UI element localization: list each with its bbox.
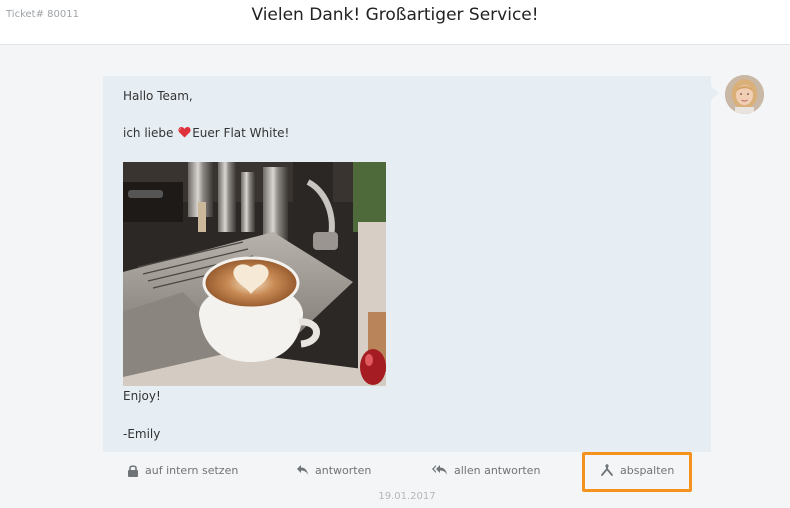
article-date: 19.01.2017 xyxy=(378,491,436,502)
message-body-prefix: ich liebe xyxy=(123,126,178,140)
message-body-suffix: Euer Flat White! xyxy=(192,126,290,140)
message-body-line: ich liebe Euer Flat White! xyxy=(123,126,289,141)
message-greeting: Hallo Team, xyxy=(123,89,193,103)
message-bubble: Hallo Team, ich liebe Euer Flat White! E… xyxy=(103,76,711,452)
heart-emoji-icon xyxy=(178,126,191,141)
message-signature: -Emily xyxy=(123,427,161,441)
reply-all-button[interactable]: allen antworten xyxy=(432,461,540,479)
set-internal-label: auf intern setzen xyxy=(145,463,239,477)
coffee-photo xyxy=(123,162,386,386)
reply-label: antworten xyxy=(315,463,372,477)
ticket-header: Ticket# 80011 Vielen Dank! Großartiger S… xyxy=(0,0,790,45)
customer-avatar[interactable] xyxy=(725,75,764,114)
reply-button[interactable]: antworten xyxy=(296,461,371,479)
reply-all-icon xyxy=(432,465,447,475)
split-highlight-frame xyxy=(582,452,692,492)
ticket-title: Vielen Dank! Großartiger Service! xyxy=(251,5,539,25)
message-bubble-tail xyxy=(711,86,719,100)
message-closing: Enjoy! xyxy=(123,389,161,403)
reply-all-label: allen antworten xyxy=(454,463,541,477)
lock-icon xyxy=(128,464,138,477)
reply-icon xyxy=(297,465,308,475)
set-internal-button[interactable]: auf intern setzen xyxy=(127,461,238,479)
